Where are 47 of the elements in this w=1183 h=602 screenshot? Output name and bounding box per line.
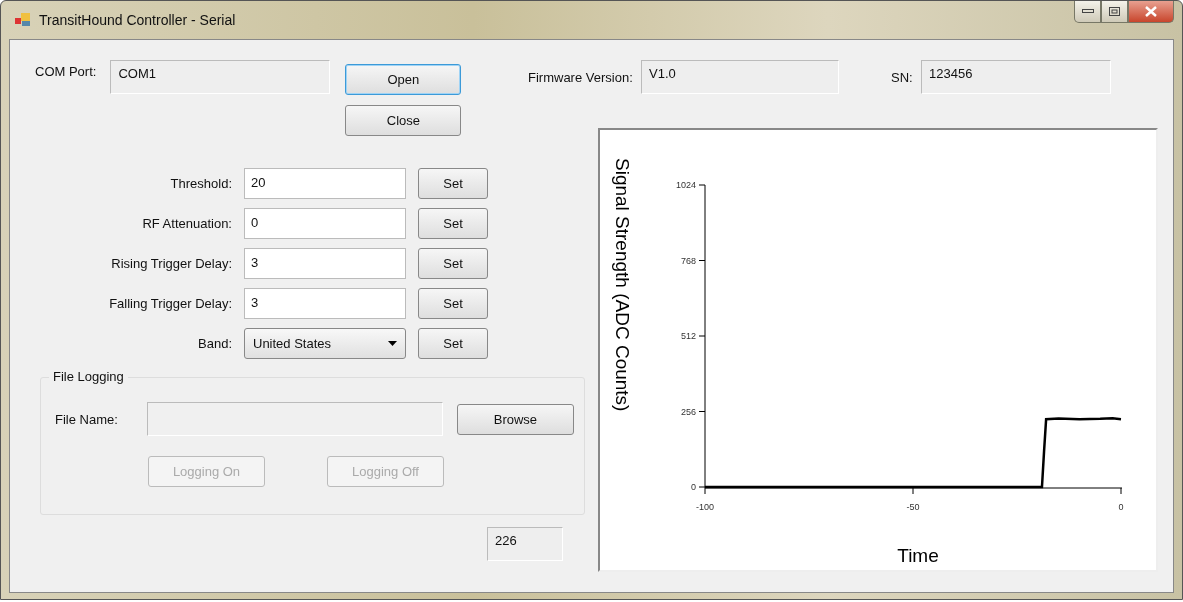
setting-label: Falling Trigger Delay: <box>108 295 232 311</box>
set-button[interactable]: Set <box>418 207 488 239</box>
com-port-label: COM Port: <box>35 64 97 79</box>
setting-field[interactable]: 3 <box>244 287 406 319</box>
setting-label: Rising Trigger Delay: <box>110 255 232 271</box>
group-title: File Logging <box>49 369 128 384</box>
app-icon <box>15 13 31 27</box>
set-button[interactable]: Set <box>418 167 488 199</box>
sn-label: SN: <box>891 69 914 85</box>
caret-icon <box>388 340 397 346</box>
setting-field[interactable]: 3 <box>244 247 406 279</box>
y-tick-label: 1024 <box>675 180 696 190</box>
set-button[interactable]: Set <box>418 287 488 319</box>
firmware-field: V1.0 <box>641 60 839 94</box>
setting-field[interactable]: 0 <box>244 207 406 239</box>
minimize-icon <box>1081 9 1094 14</box>
file-name-field[interactable] <box>147 402 443 436</box>
open-button[interactable]: Open <box>345 64 462 95</box>
setting-field[interactable]: 20 <box>244 167 406 199</box>
setting-label: Threshold: <box>169 175 232 191</box>
maximize-button[interactable] <box>1101 1 1128 23</box>
com-port-field: COM1 <box>110 60 331 94</box>
counter-field: 226 <box>487 527 563 561</box>
firmware-label: Firmware Version: <box>528 69 634 85</box>
file-name-label: File Name: <box>55 411 119 427</box>
window-title: TransitHound Controller - Serial <box>39 12 236 28</box>
y-tick-label: 512 <box>680 331 696 341</box>
set-button[interactable]: Set <box>418 327 488 359</box>
y-tick-label: 256 <box>680 406 696 417</box>
set-button[interactable]: Set <box>418 247 488 279</box>
sn-field: 123456 <box>921 60 1111 94</box>
x-tick-label: -100 <box>696 502 714 512</box>
setting-label: RF Attenuation: <box>141 215 232 231</box>
x-tick-label: -50 <box>906 502 920 512</box>
setting-label: Band: <box>197 335 232 351</box>
band-dropdown[interactable]: United States <box>244 327 406 359</box>
x-tick-label: 0 <box>1118 502 1124 512</box>
y-tick-label: 768 <box>680 255 696 266</box>
y-tick-label: 0 <box>691 482 696 492</box>
y-axis-title: Signal Strength (ADC Counts) <box>612 158 633 412</box>
close-button[interactable] <box>1128 1 1174 23</box>
close-port-button[interactable]: Close <box>345 105 462 136</box>
browse-button[interactable]: Browse <box>456 403 574 435</box>
x-axis-title: Time <box>897 545 939 566</box>
minimize-button[interactable] <box>1074 1 1101 23</box>
maximize-icon <box>1109 6 1120 17</box>
close-icon <box>1145 6 1157 17</box>
